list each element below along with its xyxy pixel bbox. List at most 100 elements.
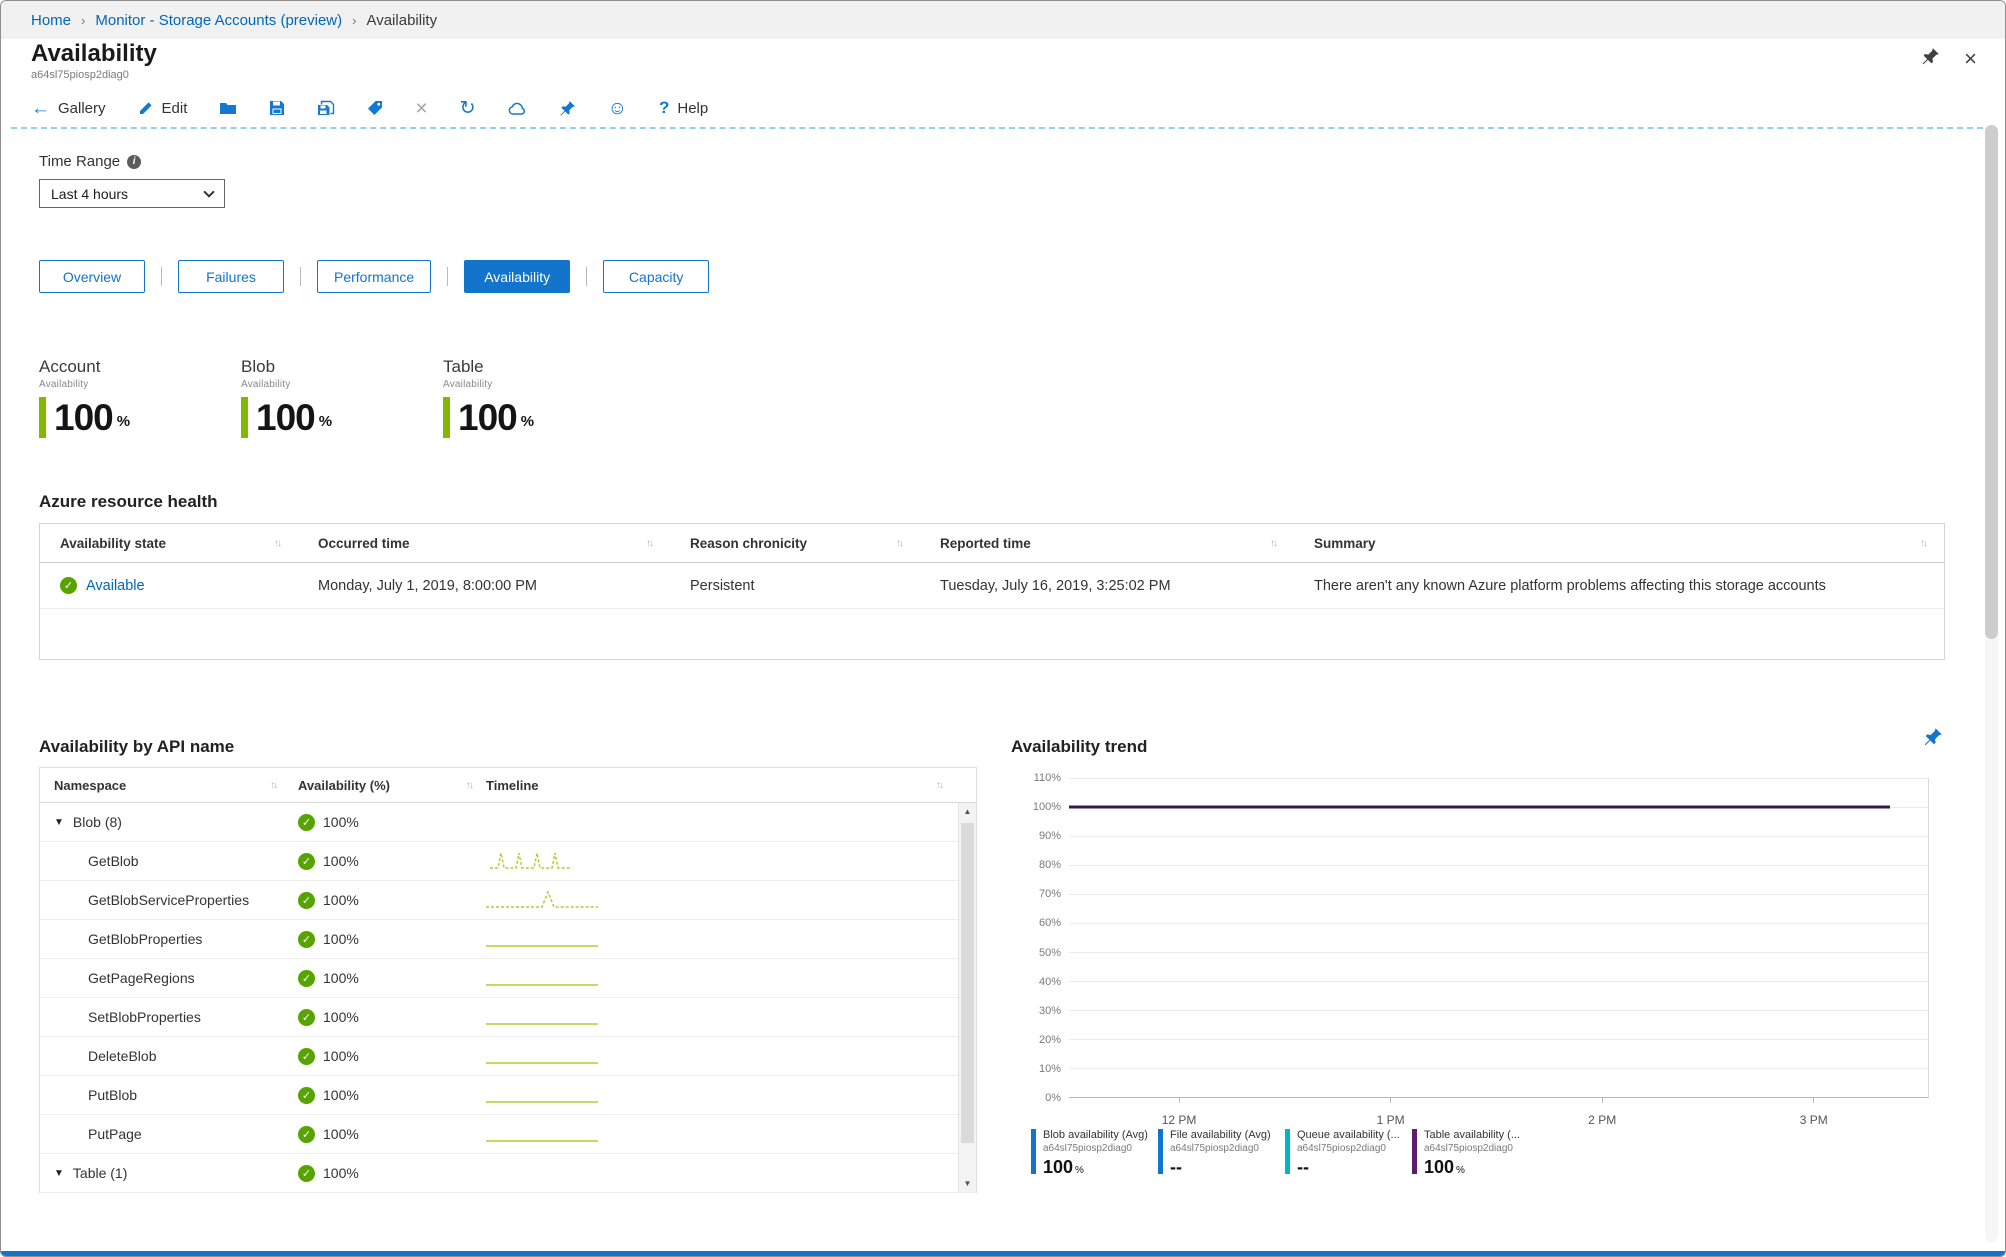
sort-icon[interactable]: ↑↓ [936,780,944,791]
legend-item[interactable]: Blob availability (Avg) a64sl75piosp2dia… [1031,1129,1158,1178]
reason-chronicity-value: Persistent [690,577,755,594]
page-scrollbar[interactable] [1985,125,1998,1242]
open-button[interactable] [219,100,237,116]
api-availability-value: 100% [323,1048,359,1064]
resource-health-row[interactable]: ✓ Available Monday, July 1, 2019, 8:00:0… [40,563,1944,609]
tile-value: 100 [256,397,316,438]
api-table-row[interactable]: ▼ PutPage ✓ 100% [40,1115,976,1154]
tab-button[interactable]: Performance [317,260,432,293]
gridline [1069,923,1928,924]
api-name-cell: ▼ Blob (8) [40,814,290,830]
api-timeline-cell [486,1005,976,1029]
scroll-down-button[interactable]: ▼ [959,1175,976,1192]
summary-value: There aren't any known Azure platform pr… [1314,577,1826,594]
api-table-row[interactable]: ▼ PutBlob ✓ 100% [40,1076,976,1115]
question-mark-icon: ? [658,98,670,117]
y-tick-label: 110% [1033,772,1061,784]
api-name-cell: ▼ Table (1) [40,1165,290,1181]
legend-resource-name: a64sl75piosp2diag0 [1297,1143,1386,1154]
sort-icon[interactable]: ↑↓ [1920,538,1928,549]
api-table-row[interactable]: ▼ SetBlobProperties ✓ 100% [40,998,976,1037]
api-availability-value: 100% [323,853,359,869]
tab-button[interactable]: Overview [39,260,145,293]
legend-item[interactable]: Queue availability (... a64sl75piosp2dia… [1285,1129,1412,1178]
tag-button[interactable] [367,100,383,116]
availability-state-link[interactable]: Available [86,578,145,594]
api-table-row[interactable]: ▼ GetBlobProperties ✓ 100% [40,920,976,959]
metric-tile[interactable]: Blob Availability 100 % [241,357,443,438]
metric-tile[interactable]: Table Availability 100 % [443,357,645,438]
help-button[interactable]: ? Help [659,98,708,118]
resource-health-title: Azure resource health [39,492,218,511]
availability-trend-chart: 110% 100% 90% 80% 70% 60% 50% 40% 30% 20% 10% 0% 12… [1011,771,1931,1131]
breadcrumb-home-link[interactable]: Home [31,12,71,29]
page-scrollbar-thumb[interactable] [1985,125,1998,639]
gridline [1069,1039,1928,1040]
resource-health-header-row: Availability state ↑↓ Occurred time ↑↓ Rea… [40,524,1944,563]
save-as-button[interactable] [317,100,335,116]
close-blade-icon[interactable]: × [1964,48,1977,70]
auto-refresh-button[interactable] [508,101,527,116]
legend-resource-name: a64sl75piosp2diag0 [1170,1143,1259,1154]
y-tick-label: 40% [1038,975,1061,988]
time-range-dropdown[interactable]: Last 4 hours [39,179,225,208]
y-tick-label: 50% [1038,946,1061,959]
sort-icon[interactable]: ↑↓ [1270,538,1278,549]
caret-down-icon[interactable]: ▼ [54,1168,64,1179]
api-table-scrollbar[interactable]: ▲ ▼ [958,803,976,1192]
tab-button[interactable]: Availability [464,260,571,293]
tab-button[interactable]: Failures [178,260,284,293]
api-table-row[interactable]: ▼ Blob (8) ✓ 100% [40,803,976,842]
api-table-row[interactable]: ▼ DeleteBlob ✓ 100% [40,1037,976,1076]
gallery-button[interactable]: ← Gallery [31,99,106,118]
check-circle-icon: ✓ [298,1164,315,1182]
col-namespace: Namespace [54,777,127,793]
api-availability-cell: ✓ 100% [290,852,486,870]
gridline [1069,1068,1928,1069]
legend-value: 100 [1043,1157,1074,1177]
api-table-row[interactable]: ▼ GetBlobServiceProperties ✓ 100% [40,881,976,920]
api-availability-value: 100% [323,892,359,908]
caret-down-icon[interactable]: ▼ [54,817,64,828]
legend-item[interactable]: File availability (Avg) a64sl75piosp2dia… [1158,1129,1285,1178]
feedback-button[interactable]: ☺ [608,99,627,118]
x-tick-mark [1601,1097,1603,1103]
info-icon[interactable]: i [127,154,142,169]
api-table-row[interactable]: ▼ Table (1) ✓ 100% [40,1154,976,1193]
api-name-cell: ▼ GetBlob [40,853,290,869]
occurred-time-value: Monday, July 1, 2019, 8:00:00 PM [318,577,537,594]
close-x-icon: × [415,96,428,120]
api-table-row[interactable]: ▼ GetBlob ✓ 100% [40,842,976,881]
pin-blade-icon[interactable] [1921,47,1940,71]
api-availability-value: 100% [323,814,359,830]
tile-status-bar [39,397,46,438]
scroll-up-button[interactable]: ▲ [959,803,976,820]
pin-chart-icon[interactable] [1923,727,1943,752]
tab-divider [300,267,301,286]
refresh-button[interactable]: ↻ [460,99,476,118]
sort-icon[interactable]: ↑↓ [270,780,278,791]
tile-unit: % [520,413,535,430]
scrollbar-track[interactable] [959,820,976,1175]
api-name-label: PutPage [88,1126,142,1142]
sort-icon[interactable]: ↑↓ [646,538,654,549]
api-table-row[interactable]: ▼ GetPageRegions ✓ 100% [40,959,976,998]
pin-button[interactable] [559,100,576,117]
api-timeline-cell [486,966,976,990]
legend-item[interactable]: Table availability (... a64sl75piosp2dia… [1412,1129,1539,1178]
discard-button[interactable]: × [415,98,427,119]
edit-button[interactable]: Edit [138,100,187,117]
metric-tile[interactable]: Account Availability 100 % [39,357,241,438]
scrollbar-thumb[interactable] [961,823,974,1143]
timeline-sparkline [486,1044,598,1068]
sort-icon[interactable]: ↑↓ [896,538,904,549]
api-availability-cell: ✓ 100% [290,1047,486,1065]
breadcrumb-monitor-link[interactable]: Monitor - Storage Accounts (preview) [95,12,342,29]
sort-icon[interactable]: ↑↓ [274,538,282,549]
save-button[interactable] [269,100,285,116]
sort-icon[interactable]: ↑↓ [466,780,474,791]
tile-metric-label: Availability [39,379,89,390]
api-name-label: DeleteBlob [88,1048,157,1064]
api-name-cell: ▼ GetBlobServiceProperties [40,892,290,908]
tab-button[interactable]: Capacity [603,260,710,293]
